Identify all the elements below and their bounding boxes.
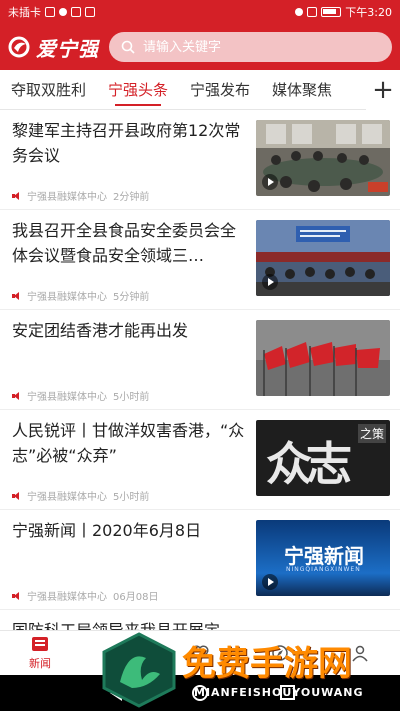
item-meta: 宁强县融媒体中心 06月08日 [12,588,246,603]
item-source: 宁强县融媒体中心 [27,292,107,303]
search-icon [121,40,135,54]
app-name: 爱宁强 [36,36,99,61]
tab-media-focus[interactable]: 媒体聚焦 [261,70,343,110]
item-title: 国防科工局领导来我县开展定 [0,618,400,630]
logo-icon [8,36,30,58]
play-icon [262,574,278,590]
sim-icon [45,7,55,17]
add-tab-button[interactable]: + [366,70,400,110]
news-icon [32,637,48,651]
item-time: 5小时前 [113,492,150,503]
heart-icon [191,645,209,662]
item-thumbnail[interactable] [256,320,390,396]
calligraphy-corner: 之策 [357,424,386,443]
nav-video[interactable] [80,631,160,675]
item-text: 我县召开全县食品安全委员会全体会议暨食品安全领域三… 宁强县融媒体中心 5分钟前 [12,218,256,309]
speaker-icon[interactable] [12,191,21,200]
compass-icon [272,645,288,661]
user-icon [352,645,368,662]
tab-ningqiang-headlines[interactable]: 宁强头条 [97,70,179,110]
nav-news-label: 新闻 [29,657,51,670]
newslogo-text: 宁强新闻 [284,544,364,568]
item-meta: 宁强县融媒体中心 5小时前 [12,488,246,503]
eye-icon [295,8,304,16]
item-time: 06月08日 [113,592,159,603]
item-thumbnail[interactable] [256,120,390,196]
item-meta: 宁强县融媒体中心 5小时前 [12,388,246,403]
item-title: 宁强新闻丨2020年6月8日 [12,521,202,540]
item-thumbnail[interactable]: 宁强新闻 NINGQIANGXINWEN [256,520,390,596]
play-icon [262,174,278,190]
battery-icon [321,7,342,17]
list-item[interactable]: 人民锐评丨甘做洋奴害香港，“众志”必被“众弃” 宁强县融媒体中心 5小时前 众志… [0,410,400,510]
calligraphy-text: 众志 [266,437,352,491]
back-button[interactable] [110,685,122,701]
list-item[interactable]: 黎建军主持召开县政府第12次常务会议 宁强县融媒体中心 2分钟前 [0,110,400,210]
list-item[interactable]: 宁强新闻丨2020年6月8日 宁强县融媒体中心 06月08日 宁强新闻 NING… [0,510,400,610]
item-text: 人民锐评丨甘做洋奴害香港，“众志”必被“众弃” 宁强县融媒体中心 5小时前 [12,418,256,509]
app-header: 爱宁强 [0,24,400,70]
item-time: 5小时前 [113,392,150,403]
home-button[interactable] [192,685,208,701]
item-time: 2分钟前 [113,192,150,203]
item-text: 安定团结香港才能再出发 宁强县融媒体中心 5小时前 [12,318,256,409]
list-item[interactable]: 我县召开全县食品安全委员会全体会议暨食品安全领域三… 宁强县融媒体中心 5分钟前 [0,210,400,310]
item-title: 人民锐评丨甘做洋奴害香港，“众志”必被“众弃” [12,421,245,465]
nav-discover[interactable] [240,631,320,675]
recents-button[interactable] [280,685,295,700]
item-meta: 宁强县融媒体中心 5分钟前 [12,288,246,303]
search-input[interactable] [143,39,363,55]
item-title: 黎建军主持召开县政府第12次常务会议 [12,121,241,165]
item-source: 宁强县融媒体中心 [27,492,107,503]
item-thumbnail[interactable] [256,220,390,296]
speaker-icon[interactable] [12,291,21,300]
speaker-icon[interactable] [12,491,21,500]
item-source: 宁强县融媒体中心 [27,192,107,203]
app-notification-icon [85,7,95,17]
item-text: 宁强新闻丨2020年6月8日 宁强县融媒体中心 06月08日 [12,518,256,609]
item-title: 安定团结香港才能再出发 [12,321,189,340]
bottom-nav: 新闻 [0,630,400,675]
nav-favorites[interactable] [160,631,240,675]
status-left: 未插卡 [8,4,95,20]
item-thumbnail[interactable]: 众志 之策 [256,420,390,496]
play-icon [262,274,278,290]
system-nav-bar [0,675,400,711]
item-source: 宁强县融媒体中心 [27,392,107,403]
news-list: 黎建军主持召开县政府第12次常务会议 宁强县融媒体中心 2分钟前 我县召开全县食… [0,110,400,630]
app-logo[interactable]: 爱宁强 [8,33,99,62]
clock: 下午3:20 [345,6,392,19]
sim-status-text: 未插卡 [8,6,41,19]
category-tabs: 夺取双胜利 宁强头条 宁强发布 媒体聚焦 + [0,70,400,110]
list-item-partial[interactable]: 国防科工局领导来我县开展定 [0,610,400,630]
item-source: 宁强县融媒体中心 [27,592,107,603]
item-time: 5分钟前 [113,292,150,303]
tab-duoqu[interactable]: 夺取双胜利 [0,70,97,110]
search-bar[interactable] [109,32,392,62]
list-item[interactable]: 安定团结香港才能再出发 宁强县融媒体中心 5小时前 [0,310,400,410]
play-icon [112,645,128,661]
vibrate-icon [307,7,318,17]
nav-profile[interactable] [320,631,400,675]
item-title: 我县召开全县食品安全委员会全体会议暨食品安全领域三… [12,221,237,265]
wifi-icon [59,8,67,16]
flags-photo [256,320,390,396]
speaker-icon[interactable] [12,591,21,600]
item-text: 黎建军主持召开县政府第12次常务会议 宁强县融媒体中心 2分钟前 [12,118,256,209]
speaker-icon[interactable] [12,391,21,400]
nav-news[interactable]: 新闻 [0,631,80,675]
newslogo-subtext: NINGQIANGXINWEN [286,566,361,573]
item-meta: 宁强县融媒体中心 2分钟前 [12,188,246,203]
notification-icon [71,7,81,17]
tab-ningqiang-release[interactable]: 宁强发布 [179,70,261,110]
status-right: 下午3:20 [295,4,392,20]
status-bar: 未插卡 下午3:20 [0,0,400,24]
